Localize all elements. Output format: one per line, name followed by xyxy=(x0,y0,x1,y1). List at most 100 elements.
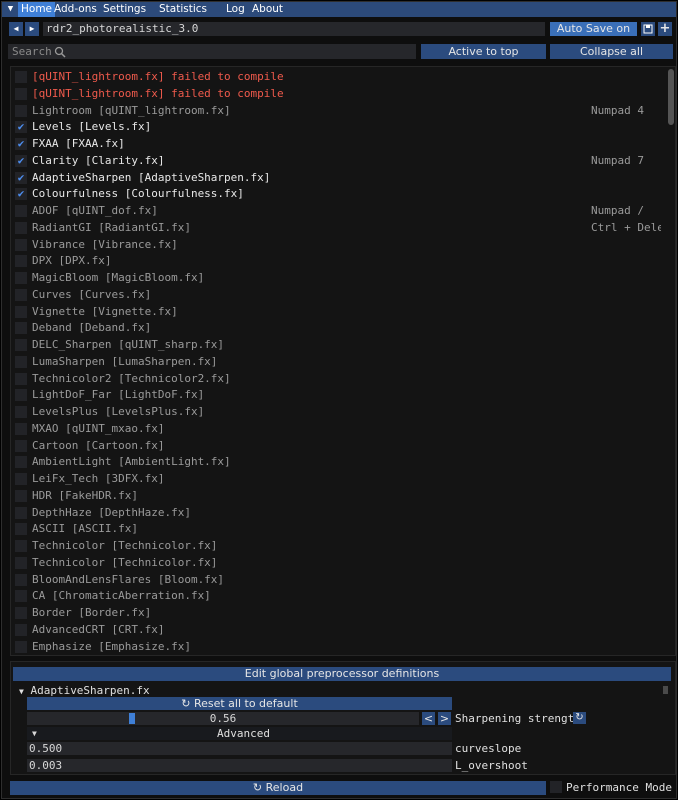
effect-checkbox[interactable]: ✔ xyxy=(15,121,27,134)
effect-row[interactable]: LevelsPlus [LevelsPlus.fx] xyxy=(11,404,661,420)
effect-row[interactable]: ✔ AdaptiveSharpen [AdaptiveSharpen.fx] xyxy=(11,170,661,186)
effect-checkbox[interactable] xyxy=(15,305,27,318)
effect-checkbox[interactable] xyxy=(15,104,27,117)
effect-row[interactable]: Lightroom [qUINT_lightroom.fx] Numpad 4 xyxy=(11,103,661,119)
effect-checkbox[interactable] xyxy=(15,640,27,653)
decrease-button[interactable]: < xyxy=(422,712,435,725)
effect-row[interactable]: Vignette [Vignette.fx] xyxy=(11,304,661,320)
effect-row[interactable]: LightDoF_Far [LightDoF.fx] xyxy=(11,387,661,403)
menu-home[interactable]: Home xyxy=(18,2,56,17)
effect-checkbox[interactable] xyxy=(15,71,27,83)
effect-row[interactable]: CA [ChromaticAberration.fx] xyxy=(11,588,661,604)
effect-row[interactable]: ✔ Levels [Levels.fx] xyxy=(11,119,661,135)
effect-checkbox[interactable] xyxy=(15,523,27,536)
effect-checkbox[interactable] xyxy=(15,422,27,435)
effect-checkbox[interactable]: ✔ xyxy=(15,188,27,201)
effect-checkbox[interactable] xyxy=(15,556,27,569)
effect-row[interactable]: ✔ Colourfulness [Colourfulness.fx] xyxy=(11,186,661,202)
menu-statistics[interactable]: Statistics xyxy=(156,2,210,17)
menu-settings[interactable]: Settings xyxy=(100,2,149,17)
effect-row[interactable]: DPX [DPX.fx] xyxy=(11,253,661,269)
effect-checkbox[interactable] xyxy=(15,540,27,552)
effect-row[interactable]: Technicolor [Technicolor.fx] xyxy=(11,538,661,554)
effect-checkbox[interactable] xyxy=(15,255,27,268)
effect-row[interactable]: Deband [Deband.fx] xyxy=(11,320,661,336)
increase-button[interactable]: > xyxy=(438,712,451,725)
effect-row[interactable]: Technicolor2 [Technicolor2.fx] xyxy=(11,371,661,387)
effect-checkbox[interactable] xyxy=(15,590,27,603)
auto-save-button[interactable]: Auto Save on xyxy=(550,22,637,36)
effect-checkbox[interactable] xyxy=(15,489,27,502)
effect-row[interactable]: ✔ FXAA [FXAA.fx] xyxy=(11,136,661,152)
effect-row[interactable]: MagicBloom [MagicBloom.fx] xyxy=(11,270,661,286)
effect-checkbox[interactable] xyxy=(15,607,27,619)
effect-checkbox[interactable] xyxy=(15,372,27,385)
effect-checkbox[interactable] xyxy=(15,339,27,351)
effect-row[interactable]: Emphasize [Emphasize.fx] xyxy=(11,639,661,655)
effect-row[interactable]: RadiantGI [RadiantGI.fx] Ctrl + Delete xyxy=(11,220,661,236)
effect-row[interactable]: BloomAndLensFlares [Bloom.fx] xyxy=(11,572,661,588)
effect-row[interactable]: DepthHaze [DepthHaze.fx] xyxy=(11,505,661,521)
preset-name-field[interactable]: rdr2_photorealistic_3.0 xyxy=(43,22,545,36)
effect-row[interactable]: HDR [FakeHDR.fx] xyxy=(11,488,661,504)
window-menu-icon[interactable]: ▼ xyxy=(5,4,16,15)
effect-checkbox[interactable] xyxy=(15,288,27,301)
menu-log[interactable]: Log xyxy=(223,2,248,17)
effect-checkbox[interactable] xyxy=(15,389,27,402)
effect-checkbox[interactable] xyxy=(15,473,27,485)
section-header-adaptivesharpen[interactable]: ▼ AdaptiveSharpen.fx xyxy=(19,684,150,697)
previous-preset-button[interactable]: ◀ xyxy=(9,22,23,36)
effect-checkbox[interactable] xyxy=(15,272,27,284)
effect-checkbox[interactable] xyxy=(15,623,27,636)
effect-checkbox[interactable] xyxy=(15,506,27,519)
effect-row[interactable]: ASCII [ASCII.fx] xyxy=(11,521,661,537)
menu-addons[interactable]: Add-ons xyxy=(51,2,100,17)
reset-all-button[interactable]: ↻ Reset all to default xyxy=(27,697,452,710)
next-preset-button[interactable]: ▶ xyxy=(25,22,39,36)
sharpening-strength-slider[interactable]: 0.56 xyxy=(27,712,419,725)
curveslope-input[interactable]: 0.500 xyxy=(27,742,452,755)
performance-mode-checkbox[interactable] xyxy=(550,781,562,793)
effect-row[interactable]: LeiFx_Tech [3DFX.fx] xyxy=(11,471,661,487)
effect-row[interactable]: Border [Border.fx] xyxy=(11,605,661,621)
effect-row[interactable]: ✔ Clarity [Clarity.fx] Numpad 7 xyxy=(11,153,661,169)
effect-checkbox[interactable] xyxy=(15,322,27,335)
effect-checkbox[interactable] xyxy=(15,205,27,217)
effect-row[interactable]: ADOF [qUINT_dof.fx] Numpad / xyxy=(11,203,661,219)
effect-checkbox[interactable]: ✔ xyxy=(15,138,27,150)
advanced-header[interactable]: ▼ Advanced xyxy=(27,727,452,740)
effect-row[interactable]: [qUINT_lightroom.fx] failed to compile xyxy=(11,69,661,85)
edit-global-definitions-button[interactable]: Edit global preprocessor definitions xyxy=(13,667,671,681)
effect-checkbox[interactable]: ✔ xyxy=(15,154,27,167)
search-input[interactable]: Search xyxy=(8,44,416,59)
effect-checkbox[interactable]: ✔ xyxy=(15,171,27,184)
effect-list[interactable]: [qUINT_lightroom.fx] failed to compile [q… xyxy=(10,66,676,656)
effect-row[interactable]: Technicolor [Technicolor.fx] xyxy=(11,555,661,571)
effect-row[interactable]: MXAO [qUINT_mxao.fx] xyxy=(11,421,661,437)
effect-row[interactable]: LumaSharpen [LumaSharpen.fx] xyxy=(11,354,661,370)
effect-row[interactable]: Vibrance [Vibrance.fx] xyxy=(11,237,661,253)
effect-row[interactable]: Curves [Curves.fx] xyxy=(11,287,661,303)
effect-list-scrollbar[interactable] xyxy=(668,69,674,125)
effect-row[interactable]: DELC_Sharpen [qUINT_sharp.fx] xyxy=(11,337,661,353)
effect-row[interactable]: AmbientLight [AmbientLight.fx] xyxy=(11,454,661,470)
menu-about[interactable]: About xyxy=(249,2,286,17)
effect-checkbox[interactable] xyxy=(15,355,27,368)
reset-parameter-button[interactable]: ↻ xyxy=(573,712,586,724)
add-preset-button[interactable]: + xyxy=(658,22,672,36)
l-overshoot-input[interactable]: 0.003 xyxy=(27,759,452,772)
effect-checkbox[interactable] xyxy=(15,87,27,100)
save-preset-button[interactable] xyxy=(641,22,655,36)
active-to-top-button[interactable]: Active to top xyxy=(421,44,546,59)
effect-checkbox[interactable] xyxy=(15,573,27,586)
effect-row[interactable]: Cartoon [Cartoon.fx] xyxy=(11,438,661,454)
effect-checkbox[interactable] xyxy=(15,456,27,469)
reload-button[interactable]: ↻ Reload xyxy=(10,781,546,795)
effect-checkbox[interactable] xyxy=(15,439,27,452)
params-scrollbar[interactable] xyxy=(663,686,668,694)
slider-grab[interactable] xyxy=(129,713,135,724)
effect-row[interactable]: AdvancedCRT [CRT.fx] xyxy=(11,622,661,638)
effect-row[interactable]: [qUINT_lightroom.fx] failed to compile xyxy=(11,86,661,102)
effect-checkbox[interactable] xyxy=(15,406,27,418)
effect-checkbox[interactable] xyxy=(15,238,27,251)
